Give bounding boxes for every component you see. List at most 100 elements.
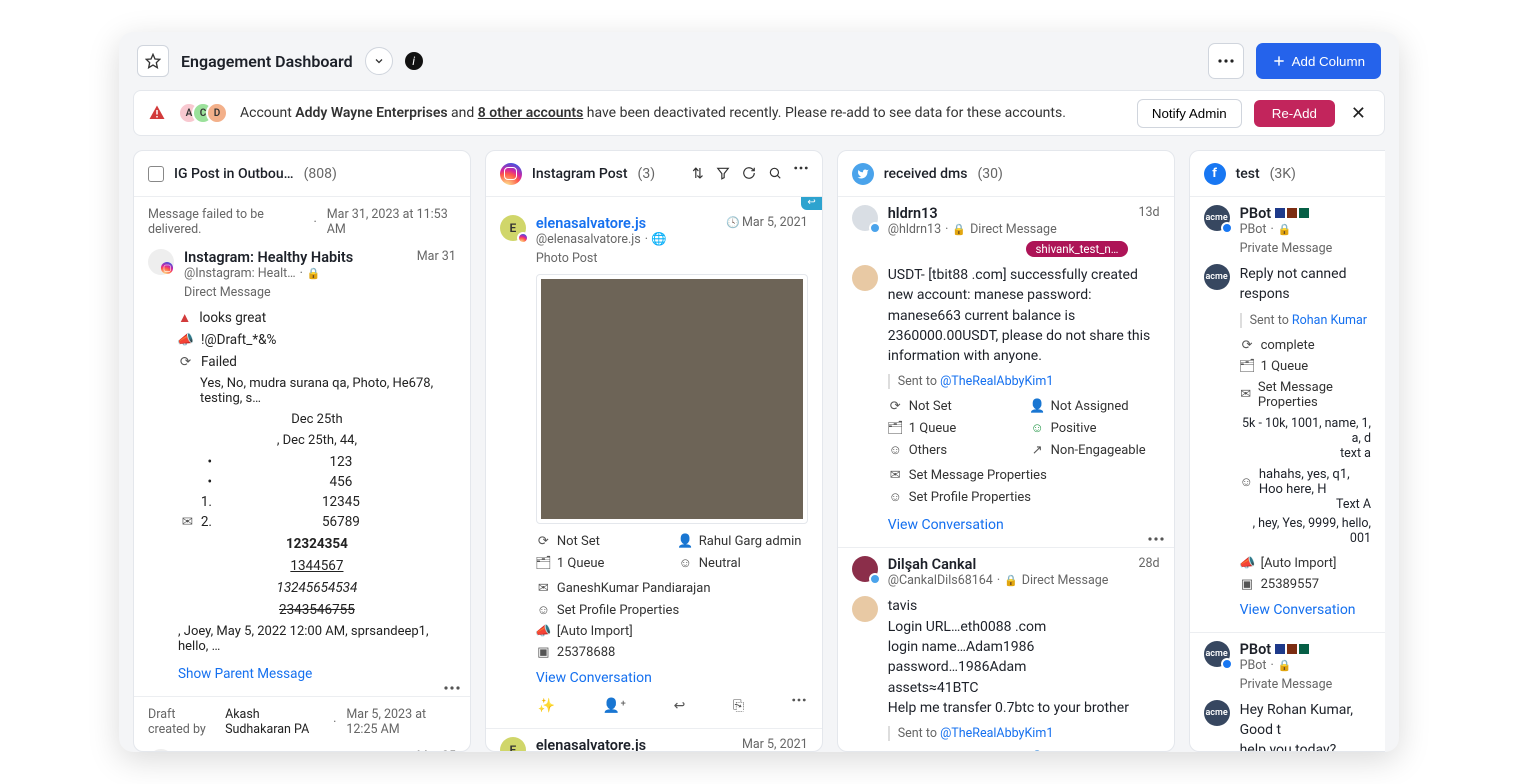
star-icon[interactable] bbox=[137, 45, 169, 77]
person-icon: 👤 bbox=[678, 534, 693, 549]
avatar: E bbox=[500, 215, 526, 241]
topbar: Engagement Dashboard i Add Column bbox=[119, 32, 1399, 90]
reply-badge-icon: ↩ bbox=[801, 197, 821, 210]
page-title: Engagement Dashboard bbox=[181, 52, 353, 71]
filter-icon[interactable] bbox=[716, 166, 730, 182]
view-conversation-link[interactable]: View Conversation bbox=[888, 517, 1160, 533]
view-conversation-link[interactable]: View Conversation bbox=[536, 670, 808, 686]
profile-icon: ☺ bbox=[536, 602, 551, 618]
person-icon: 👤 bbox=[1030, 399, 1045, 414]
post-image[interactable] bbox=[536, 274, 808, 524]
twitter-icon bbox=[852, 163, 874, 185]
sender-avatar: acme bbox=[1204, 264, 1230, 290]
profile-icon: ☺ bbox=[888, 442, 903, 458]
envelope-icon: ✉ bbox=[1240, 387, 1252, 402]
sent-to-link[interactable]: @TheRealAbbyKim1 bbox=[940, 726, 1053, 741]
view-conversation-link[interactable]: View Conversation bbox=[1240, 602, 1371, 618]
instagram-icon bbox=[500, 163, 522, 185]
column-title: Instagram Post bbox=[532, 166, 628, 182]
archive-icon[interactable]: ⎘ bbox=[733, 698, 744, 714]
message-card[interactable]: Instagram: Healthy Habits Mar 05 bbox=[134, 741, 470, 751]
tag-pill[interactable]: shivank_test_n… bbox=[1026, 241, 1129, 257]
card-more-icon[interactable] bbox=[1148, 537, 1164, 541]
sender-avatar: acme bbox=[1204, 700, 1230, 726]
megaphone-icon: 📣 bbox=[178, 332, 193, 348]
message-card[interactable]: acme PBot PBot · 🔒 Private Message acme bbox=[1190, 633, 1385, 751]
add-column-button[interactable]: Add Column bbox=[1256, 43, 1381, 79]
envelope-icon: ✉ bbox=[180, 514, 195, 530]
envelope-icon: ✉ bbox=[536, 581, 551, 596]
card-more-icon[interactable] bbox=[792, 698, 806, 714]
profile-icon: ☺ bbox=[1240, 474, 1253, 490]
message-card[interactable]: hldrn13 @hldrn13 · 🔒 Direct Message shiv… bbox=[838, 197, 1174, 548]
banner-avatars: A C D bbox=[178, 102, 228, 124]
color-tags bbox=[1275, 208, 1309, 218]
card-more-icon[interactable] bbox=[444, 686, 460, 690]
refresh-icon[interactable] bbox=[742, 166, 756, 182]
sent-to-link[interactable]: @TheRealAbbyKim1 bbox=[940, 374, 1053, 389]
queue-icon: 🗂 bbox=[888, 421, 903, 436]
avatar bbox=[148, 249, 174, 275]
sentiment-icon: ☺ bbox=[678, 555, 693, 571]
reply-icon[interactable]: ↩ bbox=[674, 698, 686, 714]
column-title: test bbox=[1236, 166, 1260, 182]
column-title: received dms bbox=[884, 166, 968, 182]
message-card[interactable]: Dilşah Cankal @CankalDils68164 · 🔒 Direc… bbox=[838, 548, 1174, 751]
engage-icon: ↗ bbox=[1030, 443, 1045, 458]
error-icon: ▲ bbox=[178, 310, 191, 326]
select-all-checkbox[interactable] bbox=[148, 166, 164, 182]
topbar-more[interactable] bbox=[1208, 43, 1244, 79]
meta-row: Draft created by Akash Sudhakaran PAMar … bbox=[134, 697, 470, 741]
avatar: acme bbox=[1204, 641, 1230, 667]
megaphone-icon: 📣 bbox=[1240, 556, 1255, 571]
column-test: f test (3K) acme PBot PBot · 🔒 Private M… bbox=[1189, 150, 1385, 752]
avatar bbox=[852, 205, 878, 231]
banner-accounts-link[interactable]: 8 other accounts bbox=[478, 105, 584, 121]
avatar bbox=[852, 556, 878, 582]
column-ig-outbound: IG Post in Outbou… (808) Message failed … bbox=[133, 150, 471, 752]
sender-avatar bbox=[852, 596, 878, 622]
message-card[interactable]: Instagram: Healthy Habits @Instagram: He… bbox=[134, 241, 470, 697]
case-icon: ▣ bbox=[1240, 577, 1255, 592]
facebook-icon: f bbox=[1204, 163, 1226, 185]
banner-close-icon[interactable]: ✕ bbox=[1347, 99, 1370, 128]
column-title: IG Post in Outbou… bbox=[174, 166, 294, 182]
status-icon: ⟳ bbox=[888, 399, 903, 414]
assign-icon[interactable]: 👤⁺ bbox=[603, 698, 626, 714]
notify-admin-button[interactable]: Notify Admin bbox=[1137, 99, 1242, 128]
info-icon[interactable]: i bbox=[405, 52, 423, 70]
color-tags bbox=[1275, 644, 1309, 654]
sent-to-link[interactable]: Rohan Kumar bbox=[1292, 313, 1367, 328]
column-instagram-post: Instagram Post (3) ⇅ ↩ E elenasalvatore.… bbox=[485, 150, 823, 752]
message-card[interactable]: acme PBot PBot · 🔒 Private Message acme … bbox=[1190, 197, 1385, 633]
queue-icon: 🗂 bbox=[1240, 359, 1255, 374]
banner-text: Account Addy Wayne Enterprises and 8 oth… bbox=[240, 105, 1125, 121]
case-icon: ▣ bbox=[536, 645, 551, 660]
status-icon: ⟳ bbox=[1240, 338, 1255, 353]
sentiment-positive-icon: ☺ bbox=[1030, 420, 1045, 436]
sender-avatar bbox=[852, 265, 878, 291]
search-icon[interactable] bbox=[768, 166, 782, 182]
message-card[interactable]: ↩ E elenasalvatore.js @elenasalvatore.js… bbox=[486, 197, 822, 729]
column-more-icon[interactable] bbox=[794, 166, 808, 182]
avatar bbox=[148, 749, 174, 751]
author-link[interactable]: elenasalvatore.js bbox=[536, 215, 716, 232]
readd-button[interactable]: Re-Add bbox=[1254, 100, 1335, 127]
warning-icon bbox=[148, 104, 166, 122]
message-card[interactable]: E elenasalvatore.js @elenasalvatore.js ·… bbox=[486, 729, 822, 751]
avatar: E bbox=[500, 737, 526, 751]
avatar: acme bbox=[1204, 205, 1230, 231]
megaphone-icon: 📣 bbox=[536, 624, 551, 639]
profile-icon: ☺ bbox=[888, 489, 903, 505]
meta-row: Message failed to be delivered. Mar 31, … bbox=[134, 197, 470, 241]
status-icon: ⟳ bbox=[178, 354, 193, 370]
title-dropdown[interactable] bbox=[365, 47, 393, 75]
magic-icon[interactable]: ✨ bbox=[538, 698, 555, 714]
deactivation-banner: A C D Account Addy Wayne Enterprises and… bbox=[133, 90, 1385, 136]
queue-icon: 🗂 bbox=[536, 556, 551, 571]
show-parent-link[interactable]: Show Parent Message bbox=[178, 666, 456, 682]
status-icon: ⟳ bbox=[536, 534, 551, 549]
sort-icon[interactable]: ⇅ bbox=[692, 166, 704, 182]
envelope-icon: ✉ bbox=[888, 468, 903, 483]
column-received-dms: received dms (30) hldrn13 @hldrn13 · 🔒 D… bbox=[837, 150, 1175, 752]
